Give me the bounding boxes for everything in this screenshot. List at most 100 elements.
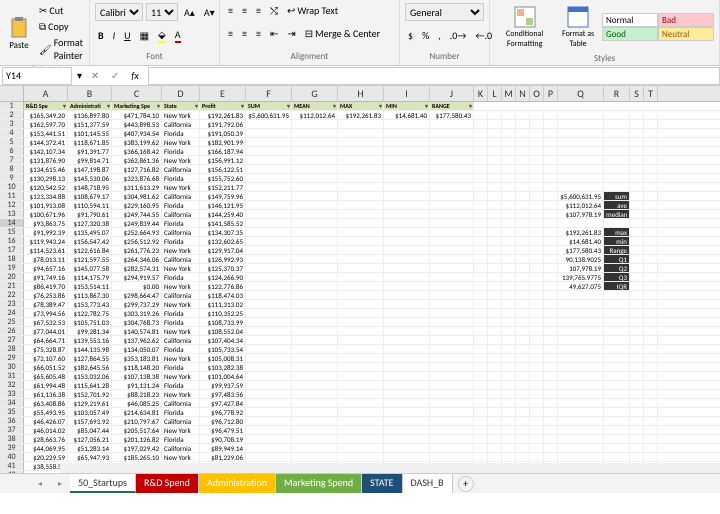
- increase-decimal-button[interactable]: .0→: [447, 28, 470, 43]
- row-header[interactable]: 14: [0, 219, 24, 227]
- cell[interactable]: $118,474.03: [200, 291, 246, 299]
- cell[interactable]: [530, 138, 544, 146]
- cell[interactable]: [430, 183, 474, 191]
- cell[interactable]: [644, 111, 658, 119]
- cell[interactable]: $101,913.08: [24, 201, 68, 209]
- cell[interactable]: [516, 174, 530, 182]
- cell[interactable]: [384, 138, 430, 146]
- cell[interactable]: median: [604, 210, 630, 218]
- cell[interactable]: [338, 210, 384, 218]
- cell[interactable]: [530, 210, 544, 218]
- cell[interactable]: [430, 192, 474, 200]
- cell[interactable]: $107,138.38: [112, 372, 162, 380]
- cell[interactable]: [474, 363, 488, 371]
- cell[interactable]: [516, 264, 530, 272]
- col-header-E[interactable]: E: [200, 86, 246, 101]
- cell[interactable]: Q3: [604, 273, 630, 281]
- cell[interactable]: [644, 318, 658, 326]
- cell[interactable]: $298,664.47: [112, 291, 162, 299]
- cell[interactable]: Florida: [162, 174, 200, 182]
- row-header[interactable]: 10: [0, 183, 24, 191]
- cell[interactable]: $122,616.84: [68, 246, 112, 254]
- cell[interactable]: [630, 210, 644, 218]
- style-neutral[interactable]: Neutral: [658, 27, 714, 41]
- cell[interactable]: [384, 120, 430, 128]
- cell[interactable]: [644, 129, 658, 137]
- col-header-N[interactable]: N: [516, 86, 530, 101]
- cell[interactable]: [644, 192, 658, 200]
- cell[interactable]: $124,266.90: [200, 273, 246, 281]
- dropdown-icon[interactable]: ▾: [74, 68, 85, 83]
- cell[interactable]: $141,585.52: [200, 219, 246, 227]
- cell[interactable]: [644, 399, 658, 407]
- cell[interactable]: California: [162, 120, 200, 128]
- cell[interactable]: $91,749.16: [24, 273, 68, 281]
- cell[interactable]: [544, 336, 558, 344]
- table-filter-header[interactable]: Profit: [200, 102, 246, 110]
- cell[interactable]: [644, 390, 658, 398]
- sheet-tab[interactable]: R&D Spend: [136, 474, 199, 493]
- cell[interactable]: [474, 138, 488, 146]
- row-header[interactable]: 2: [0, 111, 24, 119]
- row-header[interactable]: 6: [0, 147, 24, 155]
- cell[interactable]: $140,574.81: [112, 327, 162, 335]
- align-center-button[interactable]: ≡: [239, 26, 250, 41]
- cell[interactable]: [558, 291, 604, 299]
- cell[interactable]: [488, 399, 502, 407]
- tab-nav-next[interactable]: ▸: [50, 479, 70, 489]
- cell[interactable]: [604, 381, 630, 389]
- cell[interactable]: $119,943.24: [24, 237, 68, 245]
- bold-button[interactable]: B: [95, 28, 107, 43]
- cell[interactable]: [530, 147, 544, 155]
- cell[interactable]: New York: [162, 156, 200, 164]
- cell[interactable]: [558, 300, 604, 308]
- cell[interactable]: [558, 345, 604, 353]
- cell[interactable]: [430, 309, 474, 317]
- cell[interactable]: [488, 417, 502, 425]
- cell[interactable]: $5,600,631.95: [246, 111, 292, 119]
- cell[interactable]: [430, 255, 474, 263]
- cell[interactable]: $303,319.26: [112, 309, 162, 317]
- cell[interactable]: [338, 372, 384, 380]
- cell[interactable]: [544, 444, 558, 452]
- cell[interactable]: [530, 237, 544, 245]
- italic-button[interactable]: I: [110, 28, 119, 43]
- cell[interactable]: [530, 426, 544, 434]
- cell[interactable]: [246, 246, 292, 254]
- cell[interactable]: [384, 165, 430, 173]
- cell[interactable]: [292, 435, 338, 443]
- cell[interactable]: $192,261.83: [200, 111, 246, 119]
- cell[interactable]: [488, 192, 502, 200]
- cell[interactable]: [544, 309, 558, 317]
- cell[interactable]: [292, 165, 338, 173]
- cell[interactable]: [292, 354, 338, 362]
- increase-font-button[interactable]: A▴: [181, 5, 198, 20]
- cell[interactable]: [474, 219, 488, 227]
- style-normal[interactable]: Normal: [602, 13, 658, 27]
- cell[interactable]: [516, 345, 530, 353]
- cell[interactable]: [474, 201, 488, 209]
- cell[interactable]: [516, 192, 530, 200]
- cell[interactable]: [644, 408, 658, 416]
- cell[interactable]: New York: [162, 354, 200, 362]
- cell[interactable]: [530, 174, 544, 182]
- cell[interactable]: [604, 327, 630, 335]
- align-left-button[interactable]: ≡: [225, 26, 236, 41]
- cell[interactable]: [430, 435, 474, 443]
- cell[interactable]: [338, 300, 384, 308]
- cell[interactable]: [530, 111, 544, 119]
- cell[interactable]: [544, 426, 558, 434]
- cell[interactable]: [502, 210, 516, 218]
- cell[interactable]: Florida: [162, 237, 200, 245]
- cell[interactable]: [544, 273, 558, 281]
- cell[interactable]: $152,701.92: [68, 390, 112, 398]
- row-header[interactable]: 34: [0, 399, 24, 407]
- cell[interactable]: [292, 129, 338, 137]
- cell[interactable]: $137,962.62: [112, 336, 162, 344]
- cell[interactable]: [488, 228, 502, 236]
- cell[interactable]: [384, 282, 430, 290]
- cell[interactable]: [384, 363, 430, 371]
- cell[interactable]: [502, 192, 516, 200]
- cell[interactable]: $46,014.02: [24, 426, 68, 434]
- col-header-K[interactable]: K: [474, 86, 488, 101]
